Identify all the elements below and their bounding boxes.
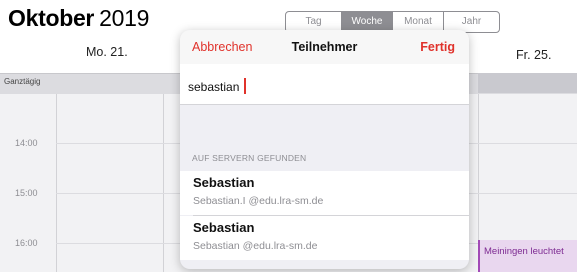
time-label-15: 15:00	[15, 188, 38, 198]
section-label: AUF SERVERN GEFUNDEN	[192, 153, 307, 163]
calendar-event[interactable]: Meiningen leuchtet	[478, 240, 577, 272]
time-label-14: 14:00	[15, 138, 38, 148]
event-title: Meiningen leuchtet	[484, 246, 564, 257]
attendee-search-input[interactable]	[188, 78, 448, 96]
month-title: Oktober 2019	[8, 5, 149, 32]
all-day-label: Ganztägig	[4, 77, 41, 86]
grid-divider	[163, 94, 164, 272]
tab-day[interactable]: Tag	[286, 12, 342, 32]
result-name: Sebastian	[193, 175, 255, 190]
time-label-16: 16:00	[15, 238, 38, 248]
day-header-friday[interactable]: Fr. 25.	[516, 48, 551, 62]
search-result-item[interactable]: Sebastian Sebastian.I @edu.lra-sm.de	[180, 171, 469, 215]
text-caret	[244, 78, 246, 94]
year: 2019	[99, 5, 150, 31]
search-result-item[interactable]: Sebastian Sebastian @edu.lra-sm.de	[180, 216, 469, 260]
month-name: Oktober	[8, 5, 95, 31]
tab-week[interactable]: Woche	[342, 12, 393, 32]
tab-year[interactable]: Jahr	[444, 12, 499, 32]
tab-month[interactable]: Monat	[393, 12, 444, 32]
search-row	[180, 64, 469, 105]
result-email: Sebastian @edu.lra-sm.de	[193, 240, 318, 252]
result-email: Sebastian.I @edu.lra-sm.de	[193, 195, 324, 207]
grid-divider	[56, 94, 57, 272]
day-header-monday[interactable]: Mo. 21.	[86, 45, 128, 59]
all-day-cell-friday[interactable]	[478, 73, 577, 93]
result-name: Sebastian	[193, 220, 255, 235]
popover-header: Abbrechen Teilnehmer Fertig	[180, 30, 469, 64]
done-button[interactable]: Fertig	[420, 40, 455, 54]
attendees-popover: Abbrechen Teilnehmer Fertig AUF SERVERN …	[180, 30, 469, 269]
